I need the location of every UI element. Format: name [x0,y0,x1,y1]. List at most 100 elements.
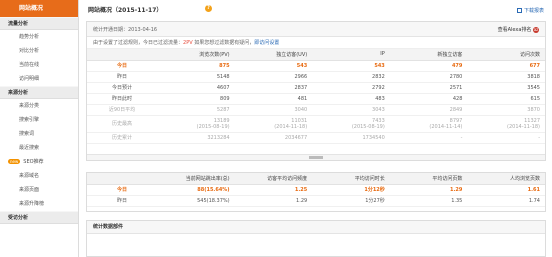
sidebar-section-visited[interactable]: 受访分析 [0,211,78,224]
row-label: 今日 [87,60,157,72]
table-row: 历史最高 13189 (2015-08-19) 11031 (2014-11-18) 74… [87,115,545,133]
table-cell: 3040 [234,104,313,116]
widget-panel: 统计数据部件 [86,220,546,257]
table-cell: 1.25 [234,184,313,196]
table-row: 昨日 545(18.37%) 1.29 1分27秒 1.35 1.74 [87,195,545,207]
table-cell: - [467,132,545,144]
filter-settings-link[interactable]: 即访问设置 [254,40,279,46]
sidebar-item-visit-detail[interactable]: 访问明细 [0,72,78,86]
col-pages-per-visitor: 人均浏览页数 [467,173,545,185]
table-row: 昨日此时 809 481 483 428 615 [87,93,545,105]
sidebar-item-trend[interactable]: 趋势分析 [0,30,78,44]
filter-notice: 由于设置了过滤规则，今日已过滤流量：2PV 如果您想过滤数据有疑问，即访问设置 [87,37,545,49]
table-cell: 875 [157,60,235,72]
table-cell: 7433 (2015-08-19) [312,115,390,133]
col-avg-duration: 平均访问时长 [312,173,390,185]
table-cell: 615 [467,93,545,105]
new-badge: new [8,159,21,164]
table-cell: 2792 [312,82,390,94]
cell-date: (2014-11-18) [507,123,540,130]
col-blank [87,49,157,61]
table-cell: 5287 [157,104,235,116]
table-cell: 11031 (2014-11-18) [234,115,313,133]
cell-date: (2014-11-14) [429,123,463,130]
table-cell: 3545 [467,82,545,94]
sidebar-item-seo[interactable]: new SEO推荐 [0,155,78,169]
table-cell: 11327 (2014-11-18) [467,115,545,133]
sidebar-item-search-engine[interactable]: 搜索引擎 [0,113,78,127]
notice-suffix: 如果您想过滤数据有疑问， [192,40,255,46]
col-visits: 访问次数 [467,49,545,61]
cell-date: (2015-08-19) [351,123,385,130]
sidebar-item-online[interactable]: 当前在线 [0,58,78,72]
col-visit-frequency: 访客平均访问频度 [234,173,313,185]
table-cell: 8797 (2014-11-14) [389,115,468,133]
sidebar-item-source-domain[interactable]: 来源域名 [0,169,78,183]
table-row: 今日 88(15.64%) 1.25 1分12秒 1.29 1.61 [87,184,545,196]
table-cell: 2837 [234,82,313,94]
table-cell: 483 [312,93,390,105]
sidebar-item-search-word[interactable]: 搜索词 [0,127,78,141]
table-cell: 1.29 [389,184,468,196]
row-label: 历史最高 [87,115,157,133]
table-cell: 1分27秒 [312,195,390,207]
col-uv: 独立访客(UV) [234,49,313,61]
table-cell: 5148 [157,71,235,83]
bounce-table-header: 当前网站跳出率(总) 访客平均访问频度 平均访问时长 平均访问页数 人均浏览页数 [87,173,545,185]
sidebar-item-compare[interactable]: 对比分析 [0,44,78,58]
table-cell: 3213284 [157,132,235,144]
overview-panel: 统计开通日期：2013-04-16 查看Alexa排名 az 由于设置了过滤规则… [86,21,546,161]
page-header: 网站概况（2015-11-17） ? 下载报表 [80,0,552,19]
bounce-panel: 当前网站跳出率(总) 访客平均访问频度 平均访问时长 平均访问页数 人均浏览页数… [86,172,546,212]
sidebar-item-source-page[interactable]: 来源页面 [0,183,78,197]
table-cell: 2832 [312,71,390,83]
table-cell: 1734540 [312,132,390,144]
table-cell: 1.29 [234,195,313,207]
table-row: 昨日 5148 2966 2832 2780 3818 [87,71,545,83]
table-cell: - [389,132,468,144]
sidebar-item-source-rank[interactable]: 来源升降榜 [0,197,78,211]
table-cell: 2849 [389,104,468,116]
table-cell: 677 [467,60,545,72]
help-icon[interactable]: ? [205,5,212,12]
table-cell: 809 [157,93,235,105]
col-new-visitors: 新独立访客 [389,49,468,61]
alexa-link[interactable]: 查看Alexa排名 az [498,26,539,33]
alexa-icon: az [533,26,539,33]
panel-resize-handle[interactable] [87,154,545,160]
row-label: 今日 [87,184,157,196]
sidebar-section-traffic[interactable]: 流量分析 [0,17,78,30]
overview-panel-header: 统计开通日期：2013-04-16 查看Alexa排名 az [87,22,545,37]
alexa-label: 查看Alexa排名 [497,27,532,33]
table-cell: 4607 [157,82,235,94]
sidebar-item-recent-search[interactable]: 最近搜索 [0,141,78,155]
col-ip: IP [312,49,390,61]
col-blank [87,173,157,185]
row-label: 历史累计 [87,132,157,144]
table-cell: 481 [234,93,313,105]
table-cell: 479 [389,60,468,72]
sidebar-item-source-type[interactable]: 来源分类 [0,99,78,113]
widget-panel-title: 统计数据部件 [87,221,545,234]
cell-date: (2015-08-19) [196,123,230,130]
table-cell: 3818 [467,71,545,83]
grip-icon [309,156,323,159]
sidebar-title[interactable]: 网站概况 [0,0,78,17]
cell-date: (2014-11-18) [274,123,308,130]
row-label: 昨日 [87,195,157,207]
col-pv: 浏览次数(PV) [157,49,235,61]
table-cell: 13189 (2015-08-19) [157,115,235,133]
row-label: 今日预计 [87,82,157,94]
sidebar-section-source[interactable]: 来源分析 [0,86,78,99]
table-cell: 543 [312,60,390,72]
table-row: 历史累计 3213284 2034677 1734540- - [87,132,545,144]
row-label: 昨日 [87,71,157,83]
bounce-table: 当前网站跳出率(总) 访客平均访问频度 平均访问时长 平均访问页数 人均浏览页数… [87,173,545,207]
table-row: 今日 875 543 543 479 677 [87,60,545,72]
download-report-link[interactable]: 下载报表 [516,7,544,14]
table-cell: 88(15.64%) [157,184,235,196]
table-cell: 3043 [312,104,390,116]
row-label: 昨日此时 [87,93,157,105]
download-icon [516,8,522,13]
filtered-traffic: 2PV [183,40,193,46]
